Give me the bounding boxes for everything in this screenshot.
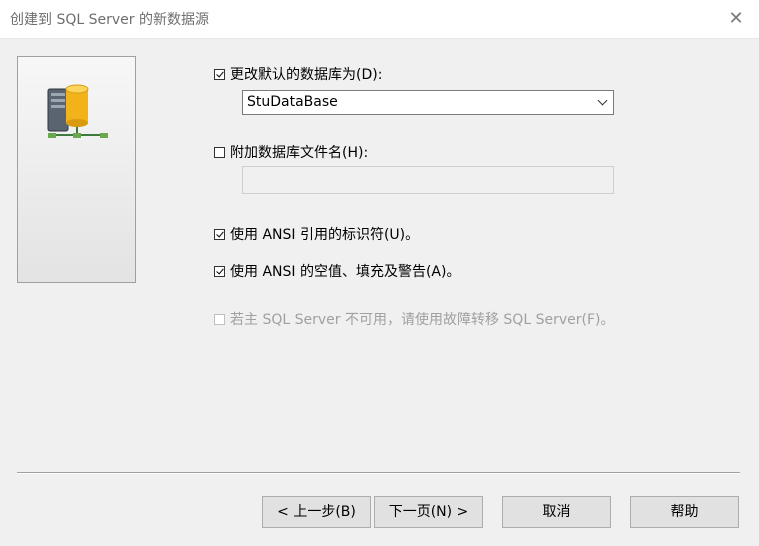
cancel-button[interactable]: 取消 <box>502 496 611 528</box>
ansi-quoted-label: 使用 ANSI 引用的标识符(U)。 <box>230 227 420 243</box>
next-button[interactable]: 下一页(N) > <box>374 496 483 528</box>
ansi-quoted-checkbox[interactable] <box>214 228 225 240</box>
attach-file-input <box>242 166 614 194</box>
ansi-nulls-label: 使用 ANSI 的空值、填充及警告(A)。 <box>230 264 461 280</box>
change-default-db-label: 更改默认的数据库为(D): <box>230 67 383 83</box>
attach-db-file-checkbox[interactable] <box>214 146 225 158</box>
database-select[interactable]: StuDataBase <box>242 90 614 115</box>
close-icon[interactable]: ✕ <box>721 4 751 34</box>
attach-db-file-label: 附加数据库文件名(H): <box>230 145 369 161</box>
failover-option: 若主 SQL Server 不可用，请使用故障转移 SQL Server(F)。 <box>214 309 614 329</box>
database-server-icon <box>47 84 108 138</box>
chevron-down-icon[interactable] <box>597 95 608 106</box>
ansi-nulls-option[interactable]: 使用 ANSI 的空值、填充及警告(A)。 <box>214 261 460 281</box>
separator <box>17 472 740 474</box>
back-button[interactable]: < 上一步(B) <box>262 496 371 528</box>
side-panel <box>17 56 136 283</box>
change-default-db-checkbox[interactable] <box>214 68 225 80</box>
change-default-db-option[interactable]: 更改默认的数据库为(D): <box>214 64 382 84</box>
ansi-nulls-checkbox[interactable] <box>214 265 225 277</box>
ansi-quoted-option[interactable]: 使用 ANSI 引用的标识符(U)。 <box>214 224 419 244</box>
failover-label: 若主 SQL Server 不可用，请使用故障转移 SQL Server(F)。 <box>230 312 615 328</box>
attach-db-file-option[interactable]: 附加数据库文件名(H): <box>214 142 368 162</box>
title-bar: 创建到 SQL Server 的新数据源 ✕ <box>0 0 759 39</box>
failover-checkbox <box>214 313 225 325</box>
window-title: 创建到 SQL Server 的新数据源 <box>10 12 209 28</box>
help-button[interactable]: 帮助 <box>630 496 739 528</box>
database-select-value: StuDataBase <box>247 94 338 110</box>
